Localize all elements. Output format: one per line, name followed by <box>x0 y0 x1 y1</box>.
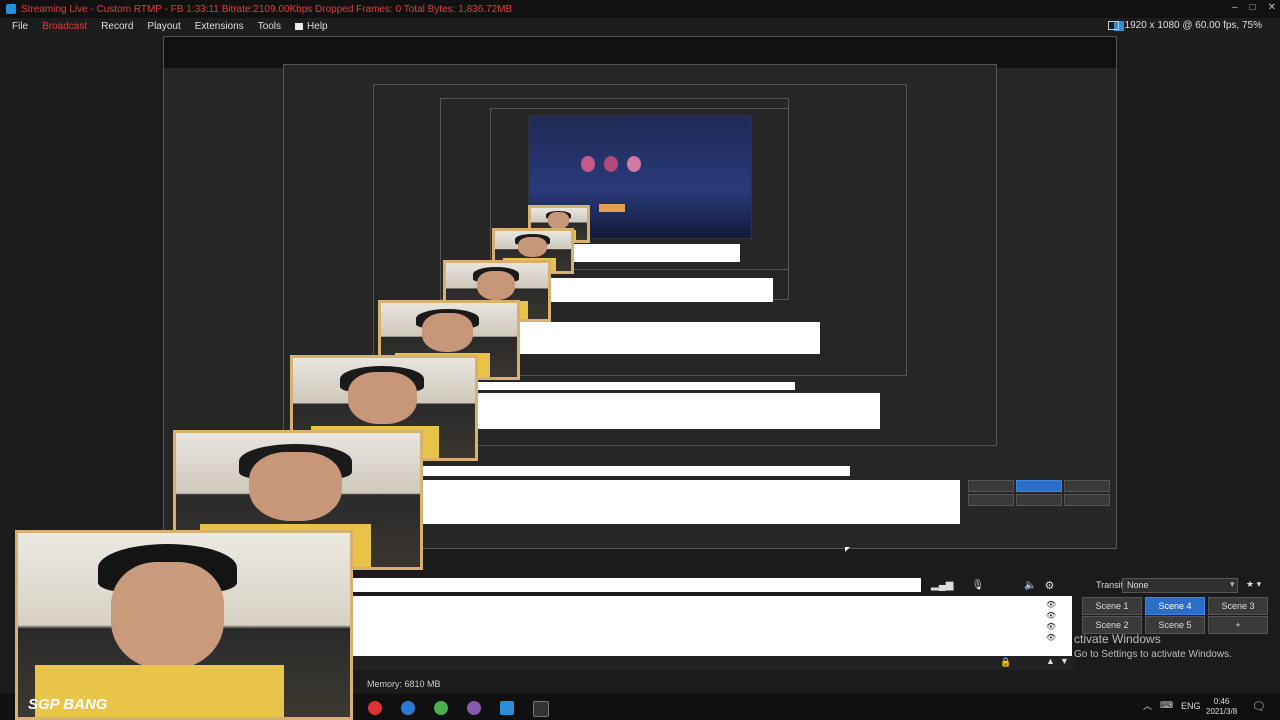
menu-tools[interactable]: Tools <box>258 21 281 32</box>
resolution-status: 1920 x 1080 @ 60.00 fps, 75% <box>1107 20 1262 31</box>
down-arrow-icon[interactable]: ▼ <box>1060 656 1069 666</box>
minimize-icon[interactable]: – <box>1232 2 1238 13</box>
game-button <box>599 204 625 212</box>
activate-title: ctivate Windows <box>1074 632 1161 646</box>
activate-subtitle: Go to Settings to activate Windows. <box>1074 649 1232 660</box>
edge-icon[interactable] <box>401 701 415 715</box>
nested-scene-btn <box>968 480 1014 492</box>
notification-icon[interactable]: 🗨 <box>1252 700 1266 713</box>
lock-icon[interactable]: 🔒 <box>1000 657 1011 668</box>
help-icon <box>295 22 304 30</box>
keyboard-icon[interactable]: ⌨ <box>1160 700 1173 711</box>
nested-scene-btn <box>1016 494 1062 506</box>
app-icon <box>6 4 16 14</box>
language-indicator[interactable]: ENG <box>1181 701 1201 711</box>
webcam-overlay: SGP BANG <box>15 530 353 720</box>
clock-date: 2021/3/8 <box>1206 707 1238 716</box>
clock[interactable]: 0:46 2021/3/8 <box>1206 697 1237 717</box>
chrome-icon[interactable] <box>368 701 382 715</box>
speaker-icon[interactable]: 🔈 <box>1024 580 1036 591</box>
maximize-icon[interactable]: □ <box>1250 2 1256 13</box>
app-icon-green[interactable] <box>434 701 448 715</box>
clock-time: 0:46 <box>1213 697 1230 706</box>
menu-file[interactable]: File <box>12 21 28 32</box>
nested-mixer-1 <box>420 466 850 476</box>
sources-panel[interactable] <box>345 596 1072 656</box>
menu-help-label: Help <box>307 21 328 32</box>
eye-icon[interactable]: 👁 <box>1046 600 1056 609</box>
chevron-down-icon: ▾ <box>1230 579 1235 589</box>
menu-playout[interactable]: Playout <box>147 21 180 32</box>
menu-bar: File Broadcast Record Playout Extensions… <box>0 18 1280 35</box>
nested-sources-1 <box>420 480 960 524</box>
window-title: Streaming Live - Custom RTMP - FB 1:33:1… <box>21 3 513 15</box>
hero-portrait <box>604 156 618 172</box>
close-icon[interactable]: ✕ <box>1268 2 1276 13</box>
star-icon[interactable]: ★ ▾ <box>1246 579 1261 590</box>
menu-record[interactable]: Record <box>101 21 133 32</box>
webcam-person-face <box>110 562 224 670</box>
nested-scene-btn <box>968 494 1014 506</box>
sources-toolbar: 🔒 ▲ ▼ <box>340 656 1075 670</box>
visibility-column: 👁 👁 👁 👁 <box>1046 600 1056 642</box>
title-bar: Streaming Live - Custom RTMP - FB 1:33:1… <box>0 0 1280 18</box>
monitor-icon <box>1107 21 1119 30</box>
transition-select[interactable]: None <box>1122 578 1238 593</box>
up-arrow-icon[interactable]: ▲ <box>1046 656 1055 666</box>
eye-icon[interactable]: 👁 <box>1046 611 1056 620</box>
channel-logo: SGP BANG <box>28 696 108 713</box>
nested-sources-2 <box>475 393 880 429</box>
audio-mixer: ▂▄▆ 🎙 🔈 ⚙ <box>345 576 1075 594</box>
scene-button-1[interactable]: Scene 1 <box>1082 597 1142 615</box>
scene-button-4[interactable]: Scene 4 <box>1145 597 1205 615</box>
window-controls: – □ ✕ <box>1232 2 1276 13</box>
nested-scene-btn-active <box>1016 480 1062 492</box>
mouse-cursor <box>845 547 850 552</box>
audio-level-bar <box>345 578 921 592</box>
nested-mixer-2 <box>475 382 795 390</box>
terminal-icon[interactable] <box>533 701 549 717</box>
resolution-text: 1920 x 1080 @ 60.00 fps, 75% <box>1124 20 1262 31</box>
volume-meter-icon: ▂▄▆ <box>931 579 954 591</box>
hero-portrait <box>627 156 641 172</box>
hero-portrait <box>581 156 595 172</box>
broadcast-app-icon[interactable] <box>500 701 514 715</box>
scene-button-3[interactable]: Scene 3 <box>1208 597 1268 615</box>
nested-sources-3 <box>515 322 820 354</box>
activate-windows-watermark: ctivate Windows Go to Settings to activa… <box>1074 632 1232 660</box>
eye-icon[interactable]: 👁 <box>1046 622 1056 631</box>
menu-extensions[interactable]: Extensions <box>195 21 244 32</box>
menu-broadcast[interactable]: Broadcast <box>42 21 87 32</box>
memory-status: Memory: 6810 MB <box>367 679 441 689</box>
eye-icon[interactable]: 👁 <box>1046 633 1056 642</box>
nested-scene-btn <box>1064 480 1110 492</box>
chevron-up-icon[interactable]: ︿ <box>1143 699 1152 712</box>
gear-icon[interactable]: ⚙ <box>1045 579 1055 592</box>
nested-sources-4 <box>545 278 773 302</box>
menu-help[interactable]: Help <box>295 21 328 32</box>
nested-scene-btn <box>1064 494 1110 506</box>
app-icon-purple[interactable] <box>467 701 481 715</box>
nested-sources-5 <box>565 244 740 262</box>
microphone-icon[interactable]: 🎙 <box>971 580 984 591</box>
system-tray: ︿ ⌨ ENG <box>1143 699 1201 712</box>
